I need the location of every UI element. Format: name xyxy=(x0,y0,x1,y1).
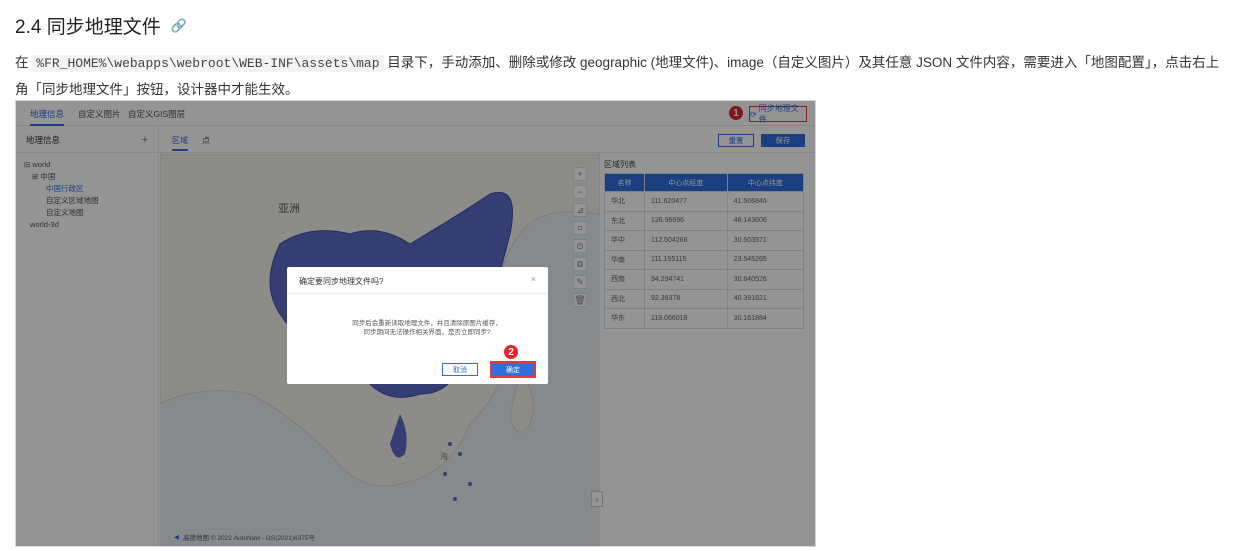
confirm-dialog: 确定要同步地理文件吗? × 同步后会重新读取地理文件，并且清除原图片缓存， 同步… xyxy=(287,267,548,384)
link-icon[interactable]: 🔗 xyxy=(171,18,187,34)
paragraph-text-pre: 在 xyxy=(15,55,33,70)
dialog-message-line2: 同步期间无法操作相关界面，是否立即同步? xyxy=(363,329,491,336)
dialog-divider xyxy=(287,293,548,294)
dialog-message: 同步后会重新读取地理文件，并且清除原图片缓存， 同步期间无法操作相关界面，是否立… xyxy=(327,319,527,337)
confirm-button[interactable]: 确定 xyxy=(490,361,536,378)
cancel-button[interactable]: 取消 xyxy=(442,363,478,376)
description-paragraph: 在 %FR_HOME%\webapps\webroot\WEB-INF\asse… xyxy=(15,50,1230,103)
dialog-message-line1: 同步后会重新读取地理文件，并且清除原图片缓存， xyxy=(352,320,502,327)
close-icon[interactable]: × xyxy=(531,274,536,284)
step-badge-2: 2 xyxy=(503,344,519,360)
path-code: %FR_HOME%\webapps\webroot\WEB-INF\assets… xyxy=(32,55,384,72)
section-title: 2.4 同步地理文件 xyxy=(15,17,161,38)
section-heading: 2.4 同步地理文件 🔗 xyxy=(15,12,187,39)
embedded-screenshot: 地理信息 自定义图片 自定义GIS图层 ⟳ 同步地理文件 1 地理信息 + ⊟ … xyxy=(15,100,816,547)
dialog-title: 确定要同步地理文件吗? xyxy=(299,277,384,286)
